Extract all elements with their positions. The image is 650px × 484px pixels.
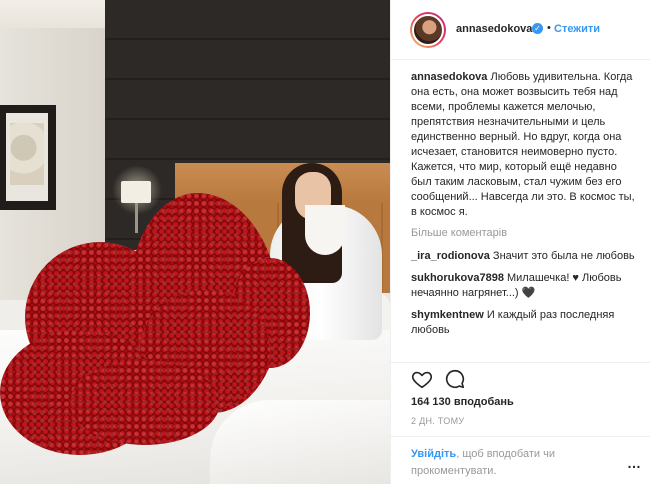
wall-picture — [0, 105, 56, 210]
post-header: annasedokova ✓ • Стежити — [391, 0, 650, 60]
post-photo[interactable] — [0, 0, 390, 484]
comment-text: Значит это была не любовь — [492, 250, 635, 262]
comment: sukhorukova7898 Милашечка! ♥ Любовь неча… — [411, 271, 636, 301]
comment-username[interactable]: shymkentnew — [411, 309, 484, 321]
comment-username[interactable]: _ira_rodionova — [411, 250, 490, 262]
comment: shymkentnew И каждый раз последняя любов… — [411, 308, 636, 338]
separator-dot: • — [547, 22, 551, 34]
more-options-icon[interactable]: … — [627, 455, 642, 471]
heart-icon[interactable] — [411, 368, 433, 390]
post-caption: annasedokova Любовь удивительна. Когда о… — [411, 70, 636, 220]
post-timestamp[interactable]: 2 ДН. ТОМУ — [411, 416, 464, 426]
login-link[interactable]: Увійдіть — [411, 448, 456, 460]
username-link[interactable]: annasedokova — [456, 23, 532, 35]
more-comments-button[interactable]: Більше коментарів — [411, 226, 636, 241]
avatar[interactable] — [410, 12, 446, 48]
wall-lamp — [121, 181, 151, 203]
lamp-stem — [135, 203, 138, 233]
divider — [391, 362, 650, 363]
comment-username[interactable]: sukhorukova7898 — [411, 272, 504, 284]
caption-username[interactable]: annasedokova — [411, 71, 487, 83]
comments-section: annasedokova Любовь удивительна. Когда о… — [411, 70, 636, 345]
follow-button[interactable]: Стежити — [554, 23, 600, 35]
robe-collar — [305, 205, 345, 255]
divider — [391, 436, 650, 437]
bed-sheet-fold — [210, 400, 390, 484]
comment-icon[interactable] — [444, 368, 466, 390]
login-prompt: Увійдіть, щоб вподобати чи прокоментуват… — [411, 446, 611, 480]
caption-text: Любовь удивительна. Когда она есть, она … — [411, 71, 635, 218]
post-sidebar: annasedokova ✓ • Стежити annasedokova Лю… — [390, 0, 650, 484]
rose-bouquet — [70, 360, 220, 445]
verified-badge-icon: ✓ — [532, 23, 543, 34]
likes-count[interactable]: 164 130 вподобань — [411, 396, 514, 408]
comment: _ira_rodionova Значит это была не любовь — [411, 249, 636, 264]
